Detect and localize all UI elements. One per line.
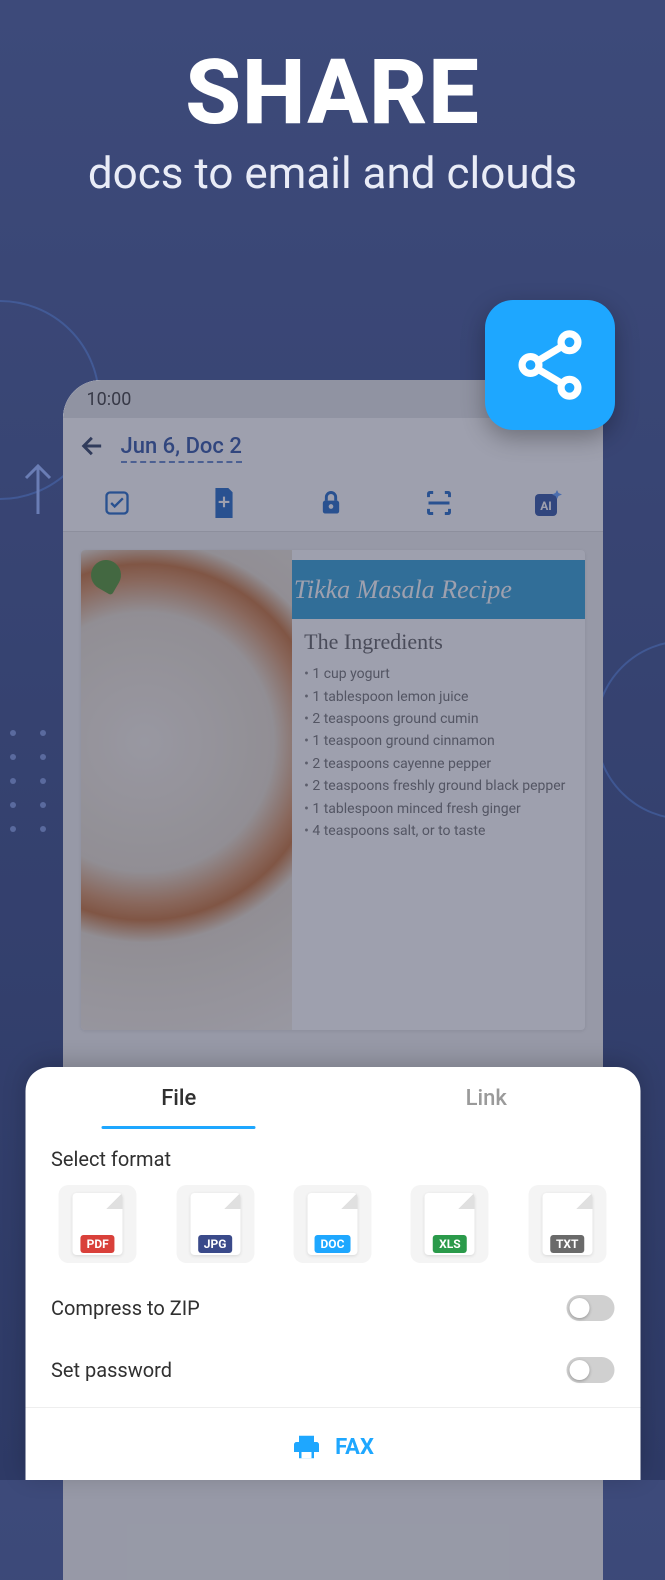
- format-badge: TXT: [550, 1235, 585, 1253]
- toolbar: AI: [63, 478, 603, 532]
- decorative-circle: [595, 640, 665, 820]
- ingredient-item: 2 teaspoons freshly ground black pepper: [304, 775, 572, 797]
- format-doc[interactable]: DOC: [293, 1185, 371, 1263]
- promo-title: SHARE: [0, 40, 665, 145]
- ai-button[interactable]: AI: [533, 488, 563, 522]
- status-time: 10:00: [87, 389, 132, 410]
- ingredients-list: 1 cup yogurt 1 tablespoon lemon juice 2 …: [304, 663, 572, 842]
- format-jpg[interactable]: JPG: [176, 1185, 254, 1263]
- back-button[interactable]: [79, 432, 107, 464]
- lock-button[interactable]: [317, 489, 345, 521]
- checkbox-icon: [103, 489, 131, 517]
- fax-label: FAX: [335, 1435, 374, 1460]
- document-title[interactable]: Jun 6, Doc 2: [121, 434, 242, 463]
- share-button[interactable]: [485, 300, 615, 430]
- password-label: Set password: [51, 1358, 172, 1382]
- ingredient-item: 1 tablespoon lemon juice: [304, 686, 572, 708]
- ingredient-item: 2 teaspoons cayenne pepper: [304, 753, 572, 775]
- fax-button[interactable]: FAX: [25, 1407, 640, 1474]
- tab-file[interactable]: File: [25, 1067, 333, 1129]
- add-file-icon: [211, 488, 237, 518]
- format-xls[interactable]: XLS: [411, 1185, 489, 1263]
- ingredient-item: 4 teaspoons salt, or to taste: [304, 820, 572, 842]
- compress-zip-row: Compress to ZIP: [25, 1277, 640, 1339]
- ai-sparkle-icon: AI: [533, 488, 563, 518]
- ingredient-item: 2 teaspoons ground cumin: [304, 708, 572, 730]
- compress-label: Compress to ZIP: [51, 1296, 200, 1320]
- select-tool-button[interactable]: [103, 489, 131, 521]
- format-pdf[interactable]: PDF: [59, 1185, 137, 1263]
- ingredients-heading: The Ingredients: [304, 629, 572, 655]
- ingredient-item: 1 tablespoon minced fresh ginger: [304, 798, 572, 820]
- recipe-image: [81, 550, 293, 1030]
- add-page-button[interactable]: [211, 488, 237, 522]
- decorative-arrow-icon: [20, 460, 56, 520]
- sheet-tabs: File Link: [25, 1067, 640, 1129]
- document-preview[interactable]: Chicken Tikka Masala Recipe The Ingredie…: [81, 550, 585, 1030]
- share-icon: [511, 326, 589, 404]
- format-badge: DOC: [315, 1235, 351, 1253]
- scan-icon: [425, 489, 453, 517]
- set-password-row: Set password: [25, 1339, 640, 1401]
- share-sheet: File Link Select format PDF JPG DOC XLS …: [25, 1067, 640, 1480]
- scan-button[interactable]: [425, 489, 453, 521]
- lock-icon: [317, 489, 345, 517]
- format-badge: JPG: [198, 1235, 233, 1253]
- format-list: PDF JPG DOC XLS TXT: [25, 1185, 640, 1277]
- svg-text:AI: AI: [540, 499, 552, 513]
- printer-icon: [291, 1432, 321, 1462]
- ingredient-item: 1 cup yogurt: [304, 663, 572, 685]
- format-badge: XLS: [433, 1235, 467, 1253]
- compress-toggle[interactable]: [566, 1295, 614, 1321]
- tab-link[interactable]: Link: [333, 1067, 641, 1129]
- password-toggle[interactable]: [566, 1357, 614, 1383]
- ingredient-item: 1 teaspoon ground cinnamon: [304, 730, 572, 752]
- format-badge: PDF: [81, 1235, 115, 1253]
- select-format-label: Select format: [25, 1129, 640, 1185]
- promo-subtitle: docs to email and clouds: [0, 147, 665, 199]
- format-txt[interactable]: TXT: [528, 1185, 606, 1263]
- back-arrow-icon: [79, 432, 107, 460]
